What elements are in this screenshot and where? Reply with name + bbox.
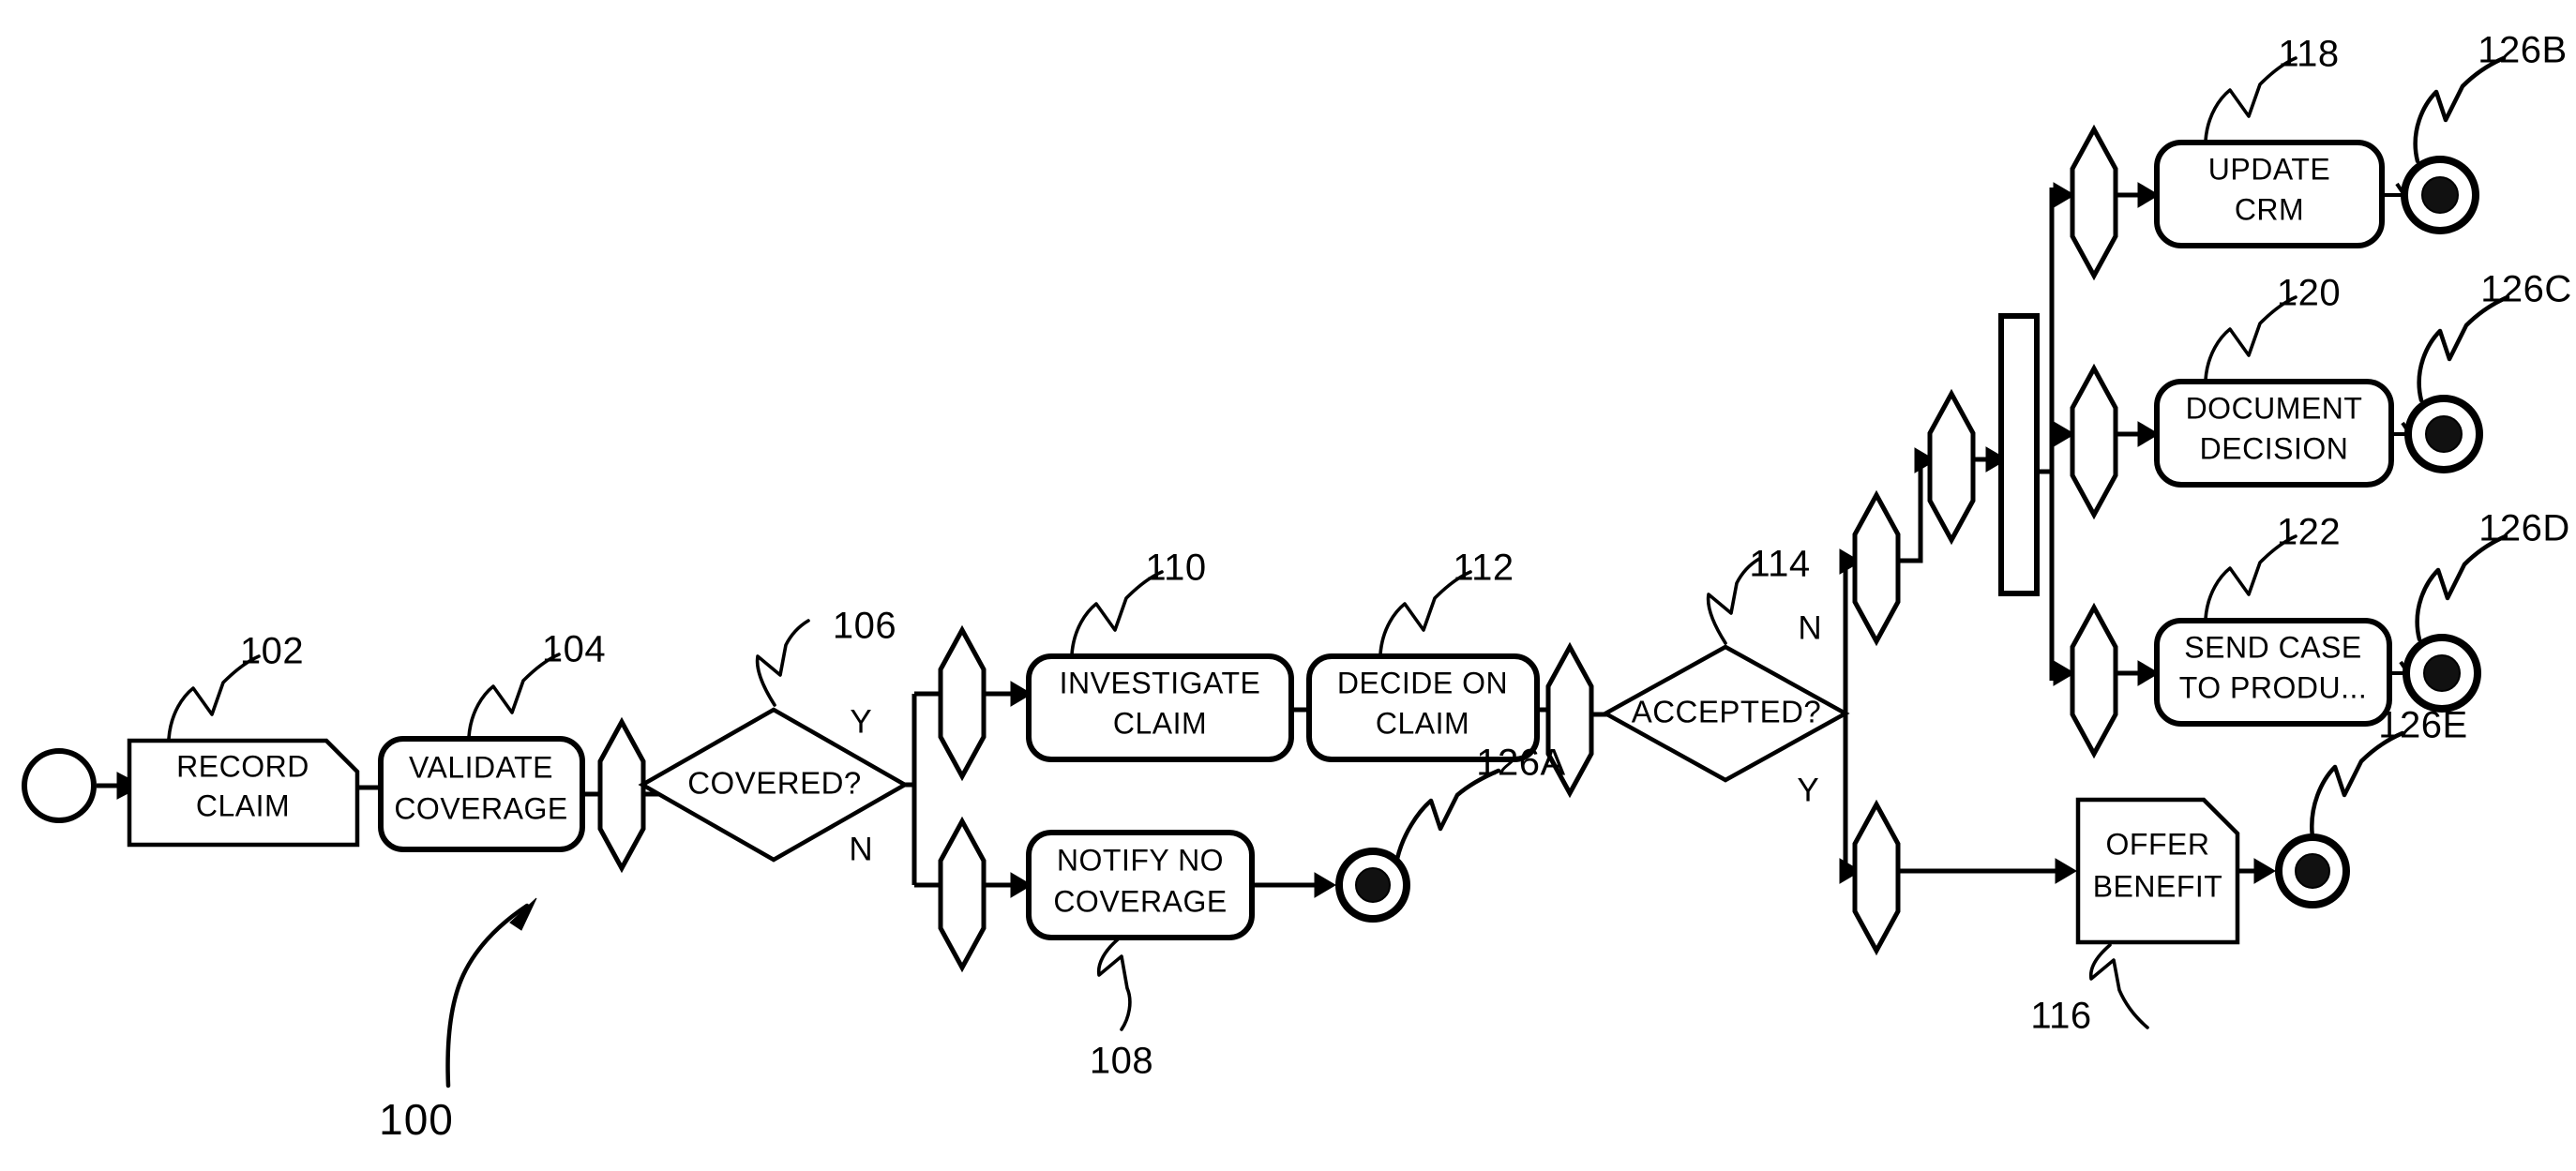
ref-numeral-116: 116 bbox=[2030, 996, 2091, 1037]
leader-line-126D bbox=[2415, 533, 2508, 642]
end-event-a-inner bbox=[1355, 867, 1391, 903]
gateway-lens-covered-yes[interactable] bbox=[938, 624, 987, 782]
task-investigate-claim-line2: CLAIM bbox=[1113, 706, 1207, 740]
end-event-d-inner bbox=[2423, 654, 2461, 692]
leader-line-126C bbox=[2417, 294, 2510, 403]
leader-line-126E bbox=[2310, 730, 2405, 840]
gateway-lens-update-crm[interactable] bbox=[2070, 124, 2118, 281]
gateway-lens-accepted-no-2[interactable] bbox=[1927, 388, 1976, 546]
task-decide-on-claim-line2: CLAIM bbox=[1376, 706, 1469, 740]
task-record-claim-line1: RECORD bbox=[176, 749, 309, 783]
task-offer-benefit-line2: BENEFIT bbox=[2093, 869, 2223, 903]
branch-label-covered-no: N bbox=[849, 831, 872, 867]
task-investigate-claim-line1: INVESTIGATE bbox=[1060, 666, 1261, 699]
task-send-case-line1: SEND CASE bbox=[2184, 630, 2361, 664]
gateway-lens-accepted-no-1[interactable] bbox=[1852, 489, 1901, 647]
gateway-lens-accepted-yes[interactable] bbox=[1852, 799, 1901, 956]
task-notify-no-coverage-line1: NOTIFY NO bbox=[1057, 843, 1224, 877]
gateway-lens-send-case[interactable] bbox=[2070, 602, 2118, 759]
end-event-e-inner bbox=[2295, 853, 2330, 889]
ref-numeral-100: 100 bbox=[379, 1095, 454, 1144]
task-update-crm-line1: UPDATE bbox=[2208, 152, 2330, 186]
decision-covered-label: COVERED? bbox=[687, 766, 862, 801]
leader-line-106 bbox=[755, 619, 810, 707]
ref-numeral-102: 102 bbox=[240, 631, 304, 672]
ref-numeral-126C: 126C bbox=[2480, 269, 2572, 310]
leader-line-126B bbox=[2413, 55, 2507, 164]
task-document-decision-line1: DOCUMENT bbox=[2186, 391, 2363, 425]
arrowhead-lens-to-offer-benefit bbox=[2055, 858, 2077, 884]
ref-numeral-114: 114 bbox=[1749, 544, 1810, 585]
task-update-crm-line2: CRM bbox=[2235, 192, 2304, 226]
parallel-fork-bar[interactable] bbox=[1998, 313, 2040, 596]
start-event-circle bbox=[22, 748, 97, 823]
gateway-lens-document-decision[interactable] bbox=[2070, 363, 2118, 520]
ref-numeral-112: 112 bbox=[1453, 548, 1514, 589]
ref-numeral-126D: 126D bbox=[2478, 508, 2570, 549]
branch-label-accepted-yes: Y bbox=[1797, 772, 1818, 808]
gateway-lens-covered-no[interactable] bbox=[938, 816, 987, 973]
task-send-case-line2: TO PRODU... bbox=[2179, 670, 2367, 704]
branch-label-accepted-no: N bbox=[1798, 609, 1821, 646]
ref-numeral-104: 104 bbox=[542, 629, 606, 670]
ref-numeral-126E: 126E bbox=[2378, 705, 2467, 746]
task-offer-benefit-line1: OFFER bbox=[2106, 827, 2210, 861]
task-notify-no-coverage-line2: COVERAGE bbox=[1053, 884, 1227, 918]
ref-numeral-126B: 126B bbox=[2478, 30, 2567, 71]
flow-diagram-canvas: RECORD CLAIM 102 VALIDATE COVERAGE 104 C… bbox=[0, 0, 2576, 1171]
task-document-decision-line2: DECISION bbox=[2200, 431, 2349, 465]
leader-line-116 bbox=[2088, 943, 2149, 1029]
process-flow-svg: RECORD CLAIM 102 VALIDATE COVERAGE 104 C… bbox=[22, 30, 2572, 1144]
task-validate-coverage-line2: COVERAGE bbox=[394, 791, 567, 825]
ref-numeral-110: 110 bbox=[1145, 548, 1206, 589]
branch-label-covered-yes: Y bbox=[850, 703, 871, 740]
arrowhead-offer-benefit-to-end-e bbox=[2253, 858, 2276, 884]
ref-numeral-118: 118 bbox=[2278, 34, 2339, 75]
leader-line-126A bbox=[1394, 768, 1501, 862]
figure-leader-curve bbox=[445, 903, 530, 1088]
task-decide-on-claim-line1: DECIDE ON bbox=[1337, 666, 1508, 699]
task-validate-coverage-line1: VALIDATE bbox=[409, 750, 553, 784]
ref-numeral-122: 122 bbox=[2277, 512, 2341, 553]
gateway-lens-after-validate[interactable] bbox=[597, 716, 646, 874]
decision-accepted-label: ACCEPTED? bbox=[1632, 695, 1822, 729]
leader-line-108 bbox=[1096, 938, 1132, 1031]
arrowhead-notify-to-end-a bbox=[1314, 872, 1336, 898]
end-event-b-inner bbox=[2421, 176, 2459, 214]
ref-numeral-126A: 126A bbox=[1476, 743, 1565, 784]
connector-lens-a-to-lens-b bbox=[1898, 459, 1923, 563]
end-event-c-inner bbox=[2425, 415, 2463, 453]
ref-numeral-120: 120 bbox=[2277, 273, 2341, 314]
task-record-claim-line2: CLAIM bbox=[196, 788, 290, 822]
ref-numeral-108: 108 bbox=[1090, 1041, 1153, 1082]
ref-numeral-106: 106 bbox=[833, 606, 896, 647]
